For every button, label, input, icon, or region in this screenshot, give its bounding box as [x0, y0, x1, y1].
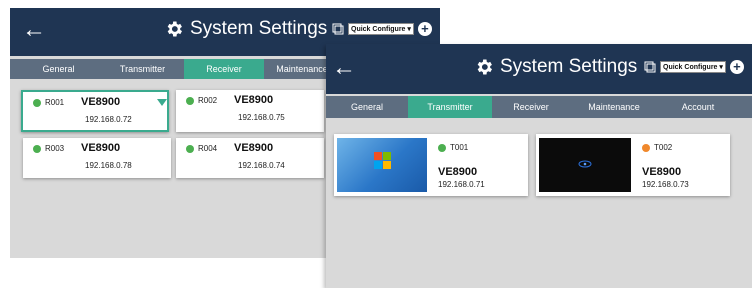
page-title: System Settings — [190, 18, 328, 39]
transmitter-settings-window: ← System Settings Quick Configure ▾ + Ge… — [326, 44, 752, 288]
device-ip: 192.168.0.72 — [85, 115, 132, 124]
quick-configure-select[interactable]: Quick Configure ▾ — [660, 61, 726, 73]
device-ip: 192.168.0.71 — [438, 180, 485, 189]
device-id: R002 — [198, 96, 218, 105]
status-dot — [186, 145, 194, 153]
device-model: VE8900 — [642, 166, 682, 178]
tab-maintenance[interactable]: Maintenance — [570, 96, 658, 118]
device-ip: 192.168.0.74 — [238, 161, 285, 170]
title-group: System Settings — [164, 18, 327, 40]
tab-receiver[interactable]: Receiver — [184, 59, 264, 79]
device-card-t002[interactable]: T002 VE8900 192.168.0.73 — [536, 134, 730, 196]
tab-bar: General Transmitter Receiver Maintenance… — [326, 96, 752, 118]
bluray-logo-icon — [578, 160, 592, 168]
status-dot — [642, 144, 650, 152]
device-card-t001[interactable]: T001 VE8900 192.168.0.71 — [334, 134, 528, 196]
tab-receiver[interactable]: Receiver — [492, 96, 570, 118]
device-card-r002[interactable]: R002 VE8900 192.168.0.75 — [176, 90, 324, 132]
device-ip: 192.168.0.75 — [238, 113, 285, 122]
device-id: T001 — [450, 143, 469, 152]
device-id: R003 — [45, 144, 65, 153]
device-model: VE8900 — [234, 142, 274, 154]
title-group: System Settings — [474, 56, 637, 78]
tab-general[interactable]: General — [16, 59, 101, 79]
device-id: T002 — [654, 143, 673, 152]
device-card-r001[interactable]: R001 VE8900 192.168.0.72 — [21, 90, 169, 132]
tab-transmitter[interactable]: Transmitter — [101, 59, 184, 79]
status-dot — [186, 97, 194, 105]
quick-configure-group: Quick Configure ▾ + — [332, 22, 432, 36]
device-id: R001 — [45, 98, 65, 107]
back-arrow-icon[interactable]: ← — [332, 56, 356, 80]
status-dot — [33, 99, 41, 107]
desktop-preview-thumbnail — [337, 138, 427, 192]
tab-general[interactable]: General — [326, 96, 408, 118]
status-dot — [33, 145, 41, 153]
windows-logo-icon — [374, 152, 391, 169]
device-ip: 192.168.0.78 — [85, 161, 132, 170]
back-arrow-icon[interactable]: ← — [22, 18, 46, 42]
plus-circle-icon[interactable]: + — [729, 60, 744, 74]
header-bar: ← System Settings Quick Configure ▾ + — [326, 44, 752, 94]
tab-account[interactable]: Account — [658, 96, 738, 118]
quick-configure-icon[interactable] — [332, 23, 344, 35]
status-dot — [438, 144, 446, 152]
device-id: R004 — [198, 144, 218, 153]
device-card-r004[interactable]: R004 VE8900 192.168.0.74 — [176, 138, 324, 178]
device-model: VE8900 — [81, 142, 121, 154]
device-model: VE8900 — [234, 94, 274, 106]
stage: ← System Settings Quick Configure ▾ + Ge… — [0, 0, 752, 288]
device-card-r003[interactable]: R003 VE8900 192.168.0.78 — [23, 138, 171, 178]
quick-configure-group: Quick Configure ▾ + — [644, 60, 744, 74]
gear-icon — [167, 21, 182, 37]
page-title: System Settings — [500, 56, 638, 77]
device-model: VE8900 — [438, 166, 478, 178]
plus-circle-icon[interactable]: + — [417, 22, 432, 36]
quick-configure-icon[interactable] — [644, 61, 656, 73]
tab-transmitter[interactable]: Transmitter — [408, 96, 492, 118]
quick-configure-select[interactable]: Quick Configure ▾ — [348, 23, 414, 35]
gear-icon — [477, 59, 492, 75]
device-ip: 192.168.0.73 — [642, 180, 689, 189]
video-preview-thumbnail — [539, 138, 631, 192]
chevron-down-icon[interactable] — [157, 99, 167, 106]
device-model: VE8900 — [81, 96, 121, 108]
